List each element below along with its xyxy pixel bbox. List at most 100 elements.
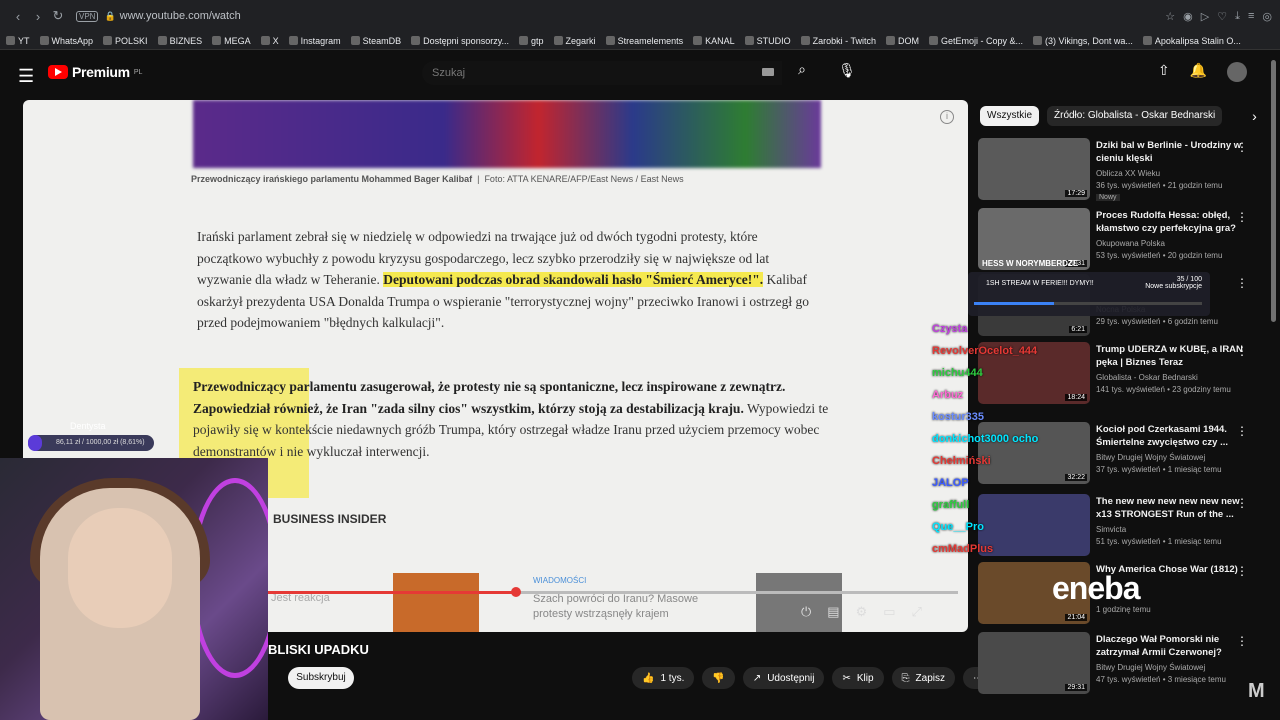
keyboard-icon[interactable] <box>762 68 774 76</box>
bookmark-item[interactable]: MEGA <box>212 36 251 46</box>
settings-gear-icon[interactable]: ⚙ <box>856 604 868 620</box>
chevron-right-icon[interactable]: › <box>1252 108 1257 124</box>
bell-icon[interactable]: 🔔 <box>1190 62 1207 82</box>
bookmark-item[interactable]: Apokalipsa Stalin O... <box>1142 36 1241 46</box>
vpn-badge[interactable]: VPN <box>76 10 99 22</box>
chat-username: Czysta <box>932 323 968 335</box>
chip-source[interactable]: Źródło: Globalista - Oskar Bednarski <box>1047 106 1223 126</box>
bookmark-item[interactable]: SteamDB <box>350 36 401 46</box>
recommendation-channel[interactable]: Bitwy Drugiej Wojny Światowej <box>1096 453 1205 462</box>
hamburger-menu-icon[interactable]: ☰ <box>18 66 34 87</box>
chip-all[interactable]: Wszystkie <box>980 106 1039 126</box>
download-icon[interactable]: ⤓ <box>1235 10 1240 23</box>
forward-icon[interactable]: › <box>28 9 48 24</box>
subtitles-icon[interactable]: ▤ <box>827 604 839 620</box>
chat-username: michu444 <box>932 367 983 379</box>
like-button[interactable]: 👍 1 tys. <box>632 667 695 689</box>
recommendation-channel[interactable]: Bitwy Drugiej Wojny Światowej <box>1096 663 1205 672</box>
miniplayer-icon[interactable]: ▭ <box>883 604 895 620</box>
bookmark-item[interactable]: (3) Vikings, Dont wa... <box>1033 36 1133 46</box>
progress-bar[interactable] <box>268 587 958 597</box>
recommendation-meta: 29 tys. wyświetleń • 6 godzin temu <box>1096 317 1218 326</box>
back-icon[interactable]: ‹ <box>8 9 28 24</box>
more-options-icon[interactable]: ⋮ <box>1236 634 1248 648</box>
bookmark-item[interactable]: DOM <box>885 36 919 46</box>
recommendation-channel[interactable]: Simvicta <box>1096 525 1126 534</box>
more-options-icon[interactable]: ⋮ <box>1236 564 1248 578</box>
fullscreen-icon[interactable]: ⤢ <box>912 604 922 620</box>
bookmark-item[interactable]: Instagram <box>288 36 341 46</box>
recommendation-title[interactable]: Trump UDERZA w KUBĘ, a IRAN pęka | Bizne… <box>1096 344 1246 369</box>
bookmark-item[interactable]: WhatsApp <box>39 36 93 46</box>
bookmark-item[interactable]: STUDIO <box>744 36 791 46</box>
bookmark-item[interactable]: POLSKI <box>103 36 148 46</box>
more-options-icon[interactable]: ⋮ <box>1236 140 1248 154</box>
recommendation-channel[interactable]: Oblicza XX Wieku <box>1096 169 1160 178</box>
recommendation-title[interactable]: Kocioł pod Czerkasami 1944. Śmiertelne z… <box>1096 424 1246 449</box>
upload-icon[interactable]: ⇧ <box>1158 62 1170 82</box>
bookmark-favicon-icon <box>157 36 167 45</box>
bookmark-item[interactable]: GetEmoji - Copy &... <box>928 36 1023 46</box>
recommendation-title[interactable]: Dlaczego Wał Pomorski nie zatrzymał Armi… <box>1096 634 1246 659</box>
bookmark-star-icon[interactable]: ☆ <box>1165 10 1175 23</box>
recommendation-item[interactable]: 29:31 Dlaczego Wał Pomorski nie zatrzymał… <box>978 632 1268 698</box>
bookmark-favicon-icon <box>1142 36 1152 45</box>
more-options-icon[interactable]: ⋮ <box>1236 424 1248 438</box>
autoplay-toggle-icon[interactable]: ⏻ <box>801 604 811 620</box>
more-options-icon[interactable]: ⋮ <box>1236 210 1248 224</box>
recommendation-meta: 47 tys. wyświetleń • 3 miesiące temu <box>1096 675 1226 684</box>
avatar[interactable] <box>1227 62 1248 82</box>
bookmark-item[interactable]: BIZNES <box>157 36 202 46</box>
bookmark-item[interactable]: KANAL <box>693 36 735 46</box>
camera-icon[interactable]: ◉ <box>1183 10 1193 23</box>
heart-icon[interactable]: ♡ <box>1217 10 1227 23</box>
more-options-icon[interactable]: ⋮ <box>1236 496 1248 510</box>
bookmark-item[interactable]: X <box>260 36 279 46</box>
search-icon[interactable]: ⌕ <box>786 61 818 85</box>
info-icon[interactable]: i <box>940 110 954 124</box>
bookmark-item[interactable]: YT <box>6 36 30 46</box>
logo-text: Premium <box>72 64 130 80</box>
profile-icon[interactable]: ◎ <box>1262 10 1272 23</box>
clip-button[interactable]: ✂ Klip <box>832 667 884 689</box>
watermark-logo: M <box>1248 680 1265 702</box>
chat-username: Chełmiński <box>932 455 991 467</box>
scrubber-handle[interactable] <box>511 587 522 597</box>
recommendation-channel[interactable]: Globalista - Oskar Bednarski <box>1096 373 1198 382</box>
recommendation-channel[interactable]: Okupowana Polska <box>1096 239 1165 248</box>
header-actions: ⇧ 🔔 <box>1158 62 1248 82</box>
recommendation-thumbnail[interactable]: 17:29 <box>978 138 1090 200</box>
share-icon: ↗ <box>752 672 762 684</box>
more-options-icon[interactable]: ⋮ <box>1236 276 1248 290</box>
search-input[interactable]: Szukaj <box>422 61 782 85</box>
reload-icon[interactable]: ↻ <box>48 8 68 24</box>
more-options-icon[interactable]: ⋮ <box>1236 344 1248 358</box>
menu-icon[interactable]: ≡ <box>1248 10 1254 23</box>
webcam-person-face <box>68 508 172 628</box>
related-thumb-left <box>393 573 479 632</box>
recommendation-title[interactable]: Dziki bal w Berlinie - Urodziny w cieniu… <box>1096 140 1246 165</box>
microphone-icon[interactable]: 🎙 <box>835 62 859 86</box>
recommendation-title[interactable]: Proces Rudolfa Hessa: obłęd, kłamstwo cz… <box>1096 210 1246 235</box>
bookmark-favicon-icon <box>350 36 360 45</box>
youtube-premium-logo[interactable]: Premium PL <box>48 64 142 80</box>
page-scrollbar[interactable] <box>1271 60 1276 322</box>
bookmark-item[interactable]: Streamelements <box>605 36 683 46</box>
play-icon[interactable]: ▷ <box>1201 10 1209 23</box>
recommendation-thumbnail[interactable]: 20:31 HESS W NORYMBERDZE <box>978 208 1090 270</box>
bookmark-item[interactable]: Dostępni sponsorzy... <box>411 36 509 46</box>
save-button[interactable]: ⎘ Zapisz <box>891 667 955 689</box>
subscribe-button[interactable]: Subskrybuj <box>288 667 354 689</box>
bookmark-item[interactable]: Zegarki <box>553 36 596 46</box>
bookmark-item[interactable]: Zarobki - Twitch <box>800 36 876 46</box>
share-button[interactable]: ↗ Udostępnij <box>742 667 825 689</box>
recommendation-title[interactable]: The new new new new new new x13 STRONGES… <box>1096 496 1246 521</box>
browser-extension-icons: ☆ ◉ ▷ ♡ ⤓ ≡ ◎ <box>1165 10 1272 23</box>
dislike-button[interactable]: 👎 <box>702 667 735 689</box>
recommendation-item[interactable]: 17:29 Dziki bal w Berlinie - Urodziny w c… <box>978 138 1268 204</box>
recommendation-thumbnail[interactable]: 29:31 <box>978 632 1090 694</box>
bookmark-item[interactable]: gtp <box>519 36 544 46</box>
address-bar[interactable]: www.youtube.com/watch <box>120 10 1166 22</box>
recommendation-item[interactable]: 20:31 HESS W NORYMBERDZE Proces Rudolfa He… <box>978 208 1268 274</box>
chat-username: graffull <box>932 499 970 511</box>
